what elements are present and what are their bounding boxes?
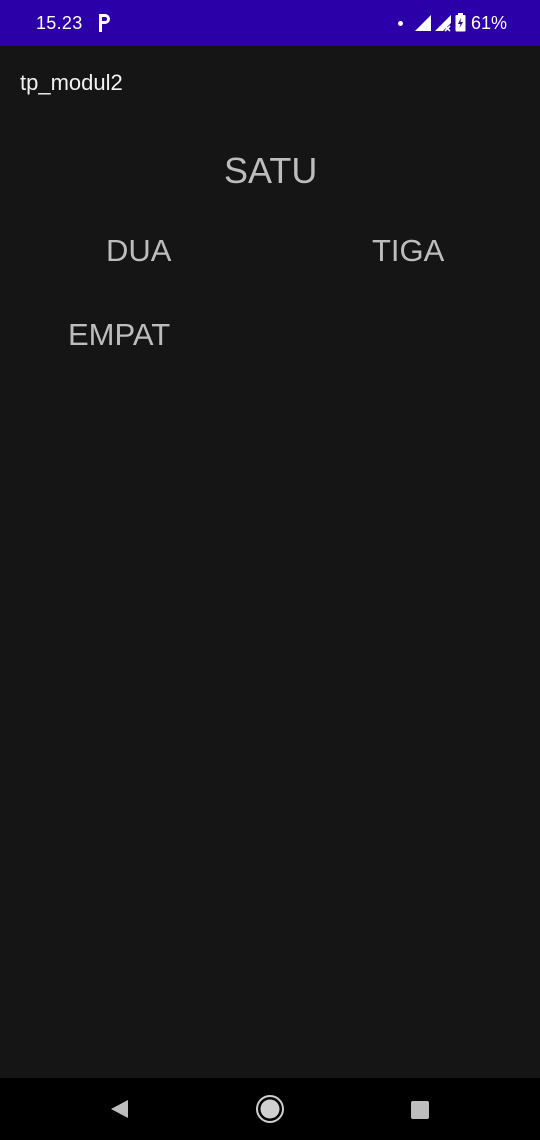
home-icon[interactable] [255,1094,285,1124]
parking-icon [99,14,110,32]
back-icon[interactable] [108,1098,130,1120]
label-dua: DUA [106,233,172,268]
battery-icon [455,13,466,32]
app-title: tp_modul2 [20,70,123,95]
label-empat: EMPAT [68,317,171,352]
label-satu: SATU [224,150,318,191]
navigation-bar [0,1078,540,1140]
app-screen: 15.23 61% tp_modul2 SATU DUA TIGA EMPAT [0,0,540,1140]
signal-no-data-icon [435,15,451,32]
notification-dot-icon [398,21,403,26]
status-bar: 15.23 61% [0,0,540,46]
signal-icon [415,15,431,31]
recents-icon[interactable] [410,1100,430,1120]
label-tiga: TIGA [372,233,445,268]
status-time: 15.23 [36,13,83,33]
battery-percentage: 61% [471,13,508,33]
